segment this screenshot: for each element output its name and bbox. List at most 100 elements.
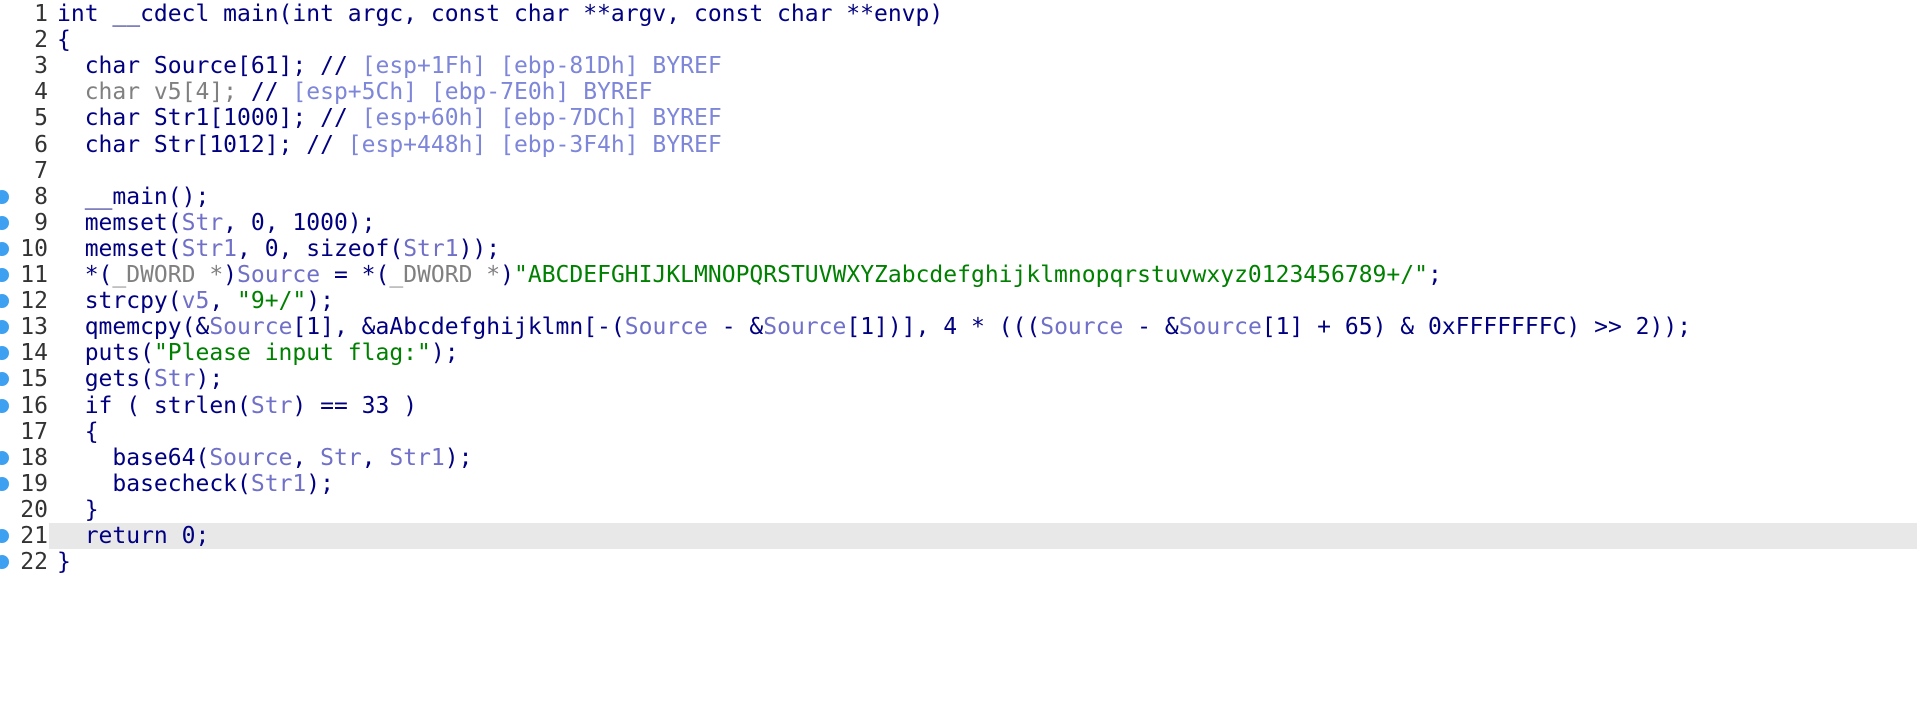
code-line[interactable]: 10 memset(Str1, 0, sizeof(Str1)); — [0, 235, 1917, 262]
code-token[interactable]: [esp+1Fh] [ebp-81Dh] BYREF — [362, 53, 722, 79]
code-token[interactable]: ) == 33 ) — [292, 393, 417, 419]
code-text[interactable]: memset(Str, 0, 1000); — [57, 210, 376, 236]
code-token[interactable]: - & — [1123, 314, 1179, 340]
line-number-gutter[interactable]: 22 — [0, 549, 49, 576]
code-token[interactable]: Str — [251, 393, 293, 419]
code-token[interactable]: , 0, sizeof( — [237, 236, 403, 262]
line-number-gutter[interactable]: 3 — [0, 53, 49, 80]
breakpoint-marker-icon[interactable] — [0, 372, 9, 387]
code-line[interactable]: 7 — [0, 157, 1917, 184]
line-number-gutter[interactable]: 13 — [0, 314, 49, 341]
pseudocode-editor[interactable]: 1 int __cdecl main(int argc, const char *… — [0, 0, 1917, 708]
code-text[interactable]: puts("Please input flag:"); — [57, 340, 459, 366]
code-text[interactable]: } — [57, 549, 71, 575]
code-token[interactable]: _DWORD * — [389, 262, 500, 288]
code-line[interactable]: 16 if ( strlen(Str) == 33 ) — [0, 392, 1917, 419]
breakpoint-marker-icon[interactable] — [0, 189, 9, 204]
code-text[interactable]: { — [57, 419, 99, 445]
code-token[interactable]: if ( strlen( — [57, 393, 251, 419]
line-number-gutter[interactable]: 17 — [0, 418, 49, 445]
code-line[interactable]: 12 strcpy(v5, "9+/"); — [0, 288, 1917, 315]
code-text[interactable]: __main(); — [57, 184, 210, 210]
line-number-gutter[interactable]: 8 — [0, 183, 49, 210]
breakpoint-marker-icon[interactable] — [0, 268, 9, 283]
code-line[interactable]: 1 int __cdecl main(int argc, const char *… — [0, 1, 1917, 28]
code-line[interactable]: 13 qmemcpy(&Source[1], &aAbcdefghijklmn[… — [0, 314, 1917, 341]
code-token[interactable]: ); — [431, 340, 459, 366]
code-token[interactable]: { — [57, 419, 99, 445]
code-token[interactable]: Str — [154, 366, 196, 392]
code-line[interactable]: 20 } — [0, 496, 1917, 523]
code-line[interactable]: 21 return 0; — [0, 523, 1917, 550]
code-line[interactable]: 11 *(_DWORD *)Source = *(_DWORD *)"ABCDE… — [0, 262, 1917, 289]
code-line[interactable]: 19 basecheck(Str1); — [0, 470, 1917, 497]
line-number-gutter[interactable]: 19 — [0, 470, 49, 497]
line-number-gutter[interactable]: 7 — [0, 157, 49, 184]
code-text[interactable]: basecheck(Str1); — [57, 471, 334, 497]
breakpoint-marker-icon[interactable] — [0, 215, 9, 230]
line-number-gutter[interactable]: 2 — [0, 27, 49, 54]
code-token[interactable]: Source — [625, 314, 708, 340]
code-text[interactable]: gets(Str); — [57, 366, 224, 392]
code-token[interactable]: } — [57, 549, 71, 575]
code-token[interactable]: return 0; — [57, 523, 210, 549]
line-number-gutter[interactable]: 21 — [0, 523, 49, 550]
code-token[interactable]: "Please input flag:" — [154, 340, 431, 366]
code-line[interactable]: 5 char Str1[1000]; // [esp+60h] [ebp-7DC… — [0, 105, 1917, 132]
breakpoint-marker-icon[interactable] — [0, 294, 9, 309]
code-text[interactable]: } — [57, 497, 99, 523]
code-token[interactable]: ) — [223, 262, 237, 288]
code-text[interactable]: strcpy(v5, "9+/"); — [57, 288, 334, 314]
breakpoint-marker-icon[interactable] — [0, 346, 9, 361]
code-line[interactable]: 14 puts("Please input flag:"); — [0, 340, 1917, 367]
code-token[interactable]: Source — [209, 314, 292, 340]
code-text[interactable]: char Str1[1000]; // [esp+60h] [ebp-7DCh]… — [57, 105, 722, 131]
code-token[interactable]: ); — [195, 366, 223, 392]
code-token[interactable]: qmemcpy(& — [57, 314, 210, 340]
code-text[interactable]: return 0; — [57, 523, 210, 549]
line-number-gutter[interactable]: 10 — [0, 235, 49, 262]
code-token[interactable]: [esp+448h] [ebp-3F4h] BYREF — [348, 132, 722, 158]
code-token[interactable]: [1] + 65) & 0xFFFFFFFC) >> 2)); — [1262, 314, 1691, 340]
code-text[interactable]: if ( strlen(Str) == 33 ) — [57, 393, 417, 419]
code-token[interactable]: ); — [306, 471, 334, 497]
code-token[interactable]: char Str[1012]; // — [57, 132, 348, 158]
code-token[interactable]: Source — [237, 262, 320, 288]
code-token[interactable]: ); — [306, 288, 334, 314]
code-token[interactable]: int __cdecl main(int argc, const char **… — [57, 1, 943, 27]
code-token[interactable]: memset( — [57, 236, 182, 262]
code-line[interactable]: 15 gets(Str); — [0, 366, 1917, 393]
breakpoint-marker-icon[interactable] — [0, 398, 9, 413]
code-token[interactable]: [esp+5Ch] [ebp-7E0h] BYREF — [292, 79, 652, 105]
code-line[interactable]: 17 { — [0, 418, 1917, 445]
code-token[interactable]: *( — [57, 262, 113, 288]
line-number-gutter[interactable]: 4 — [0, 79, 49, 106]
code-token[interactable]: gets( — [57, 366, 154, 392]
code-token[interactable]: Str — [320, 445, 362, 471]
code-text[interactable]: memset(Str1, 0, sizeof(Str1)); — [57, 236, 500, 262]
breakpoint-marker-icon[interactable] — [0, 450, 9, 465]
code-line[interactable]: 22} — [0, 549, 1917, 576]
line-number-gutter[interactable]: 20 — [0, 496, 49, 523]
code-token[interactable]: = *( — [320, 262, 389, 288]
code-token[interactable]: strcpy( — [57, 288, 182, 314]
code-token[interactable]: char Source[61]; // — [57, 53, 362, 79]
code-token[interactable]: { — [57, 27, 71, 53]
code-text[interactable]: qmemcpy(&Source[1], &aAbcdefghijklmn[-(S… — [57, 314, 1691, 340]
code-token[interactable]: Source — [1040, 314, 1123, 340]
code-token[interactable]: "ABCDEFGHIJKLMNOPQRSTUVWXYZabcdefghijklm… — [514, 262, 1428, 288]
code-line[interactable]: 6 char Str[1012]; // [esp+448h] [ebp-3F4… — [0, 131, 1917, 158]
code-token[interactable]: __main(); — [57, 184, 210, 210]
line-number-gutter[interactable]: 6 — [0, 131, 49, 158]
line-number-gutter[interactable]: 9 — [0, 209, 49, 236]
code-token[interactable]: Source — [763, 314, 846, 340]
code-text[interactable]: base64(Source, Str, Str1); — [57, 445, 472, 471]
code-token[interactable]: // — [251, 79, 293, 105]
code-token[interactable]: puts( — [57, 340, 154, 366]
code-token[interactable]: Source — [209, 445, 292, 471]
breakpoint-marker-icon[interactable] — [0, 529, 9, 544]
code-token[interactable]: ); — [445, 445, 473, 471]
line-number-gutter[interactable]: 18 — [0, 444, 49, 471]
code-token[interactable]: Source — [1179, 314, 1262, 340]
code-token[interactable]: [1], &aAbcdefghijklmn[-( — [292, 314, 624, 340]
